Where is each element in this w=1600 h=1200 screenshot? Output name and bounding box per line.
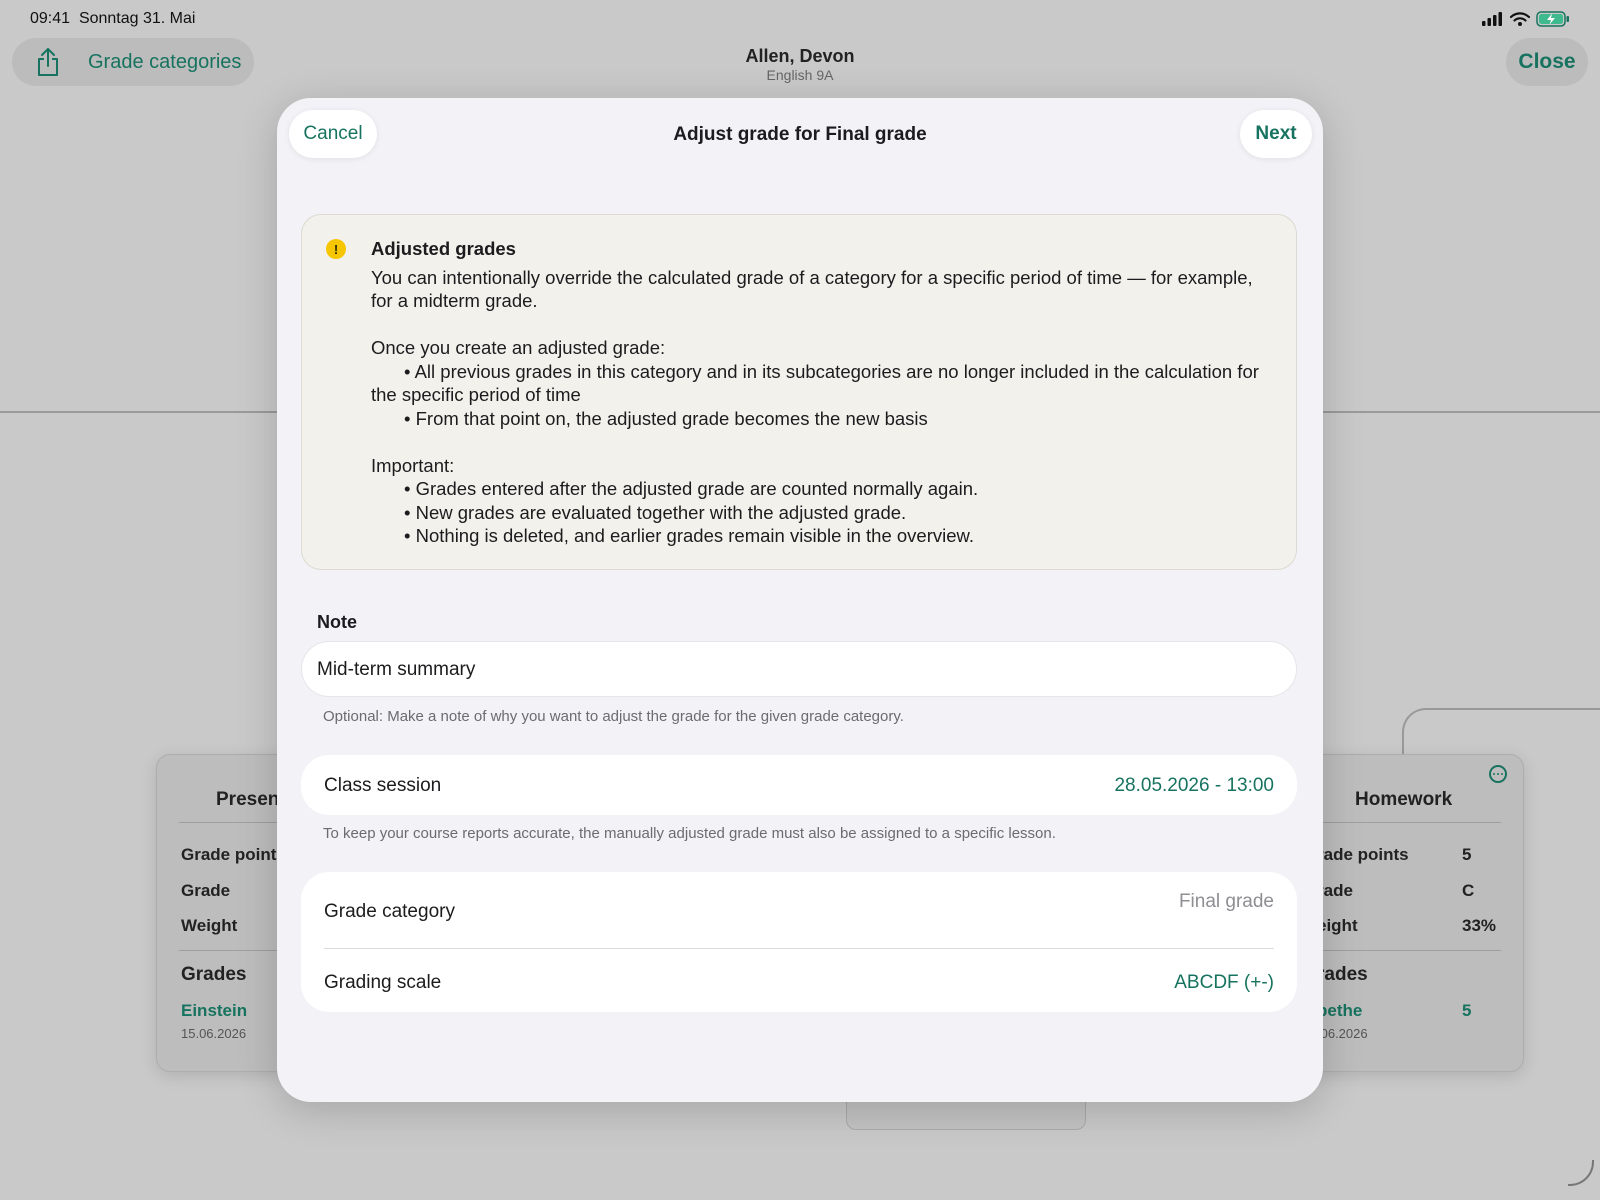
course-name: English 9A xyxy=(766,67,834,83)
card-grade-date: .06.2026 xyxy=(1317,1026,1368,1041)
info-intro: You can intentionally override the calcu… xyxy=(371,266,1253,312)
wifi-icon xyxy=(1510,12,1530,26)
card-grades-heading: Grades xyxy=(181,964,247,985)
info-title: Adjusted grades xyxy=(371,238,516,259)
class-session-hint: To keep your course reports accurate, th… xyxy=(323,825,1056,842)
note-field[interactable]: Mid-term summary xyxy=(301,641,1297,697)
grade-category-label: Grade category xyxy=(324,901,455,922)
card-title: Homework xyxy=(1355,789,1453,810)
background-divider-right xyxy=(1323,411,1600,413)
card-label: rade points xyxy=(1317,845,1409,864)
info-bullet: • All previous grades in this category a… xyxy=(371,360,1259,406)
battery-charging-icon xyxy=(1536,11,1569,27)
card-grade-date: 15.06.2026 xyxy=(181,1026,247,1041)
card-value: C xyxy=(1462,881,1475,900)
card-label: Weight xyxy=(181,916,238,935)
card-grades-heading: rades xyxy=(1317,964,1368,985)
row-divider xyxy=(324,948,1274,949)
info-important-heading: Important: xyxy=(371,454,455,476)
note-value: Mid-term summary xyxy=(317,659,476,680)
close-button[interactable]: Close xyxy=(1506,38,1588,86)
card-title: Presen xyxy=(216,789,280,810)
more-options-icon[interactable] xyxy=(1489,765,1507,783)
next-button[interactable]: Next xyxy=(1240,110,1312,158)
status-clock: 09:41 xyxy=(30,10,71,27)
info-bullet: • Grades entered after the adjusted grad… xyxy=(404,478,979,499)
grade-category-value: Final grade xyxy=(1178,891,1274,912)
grading-scale-label: Grading scale xyxy=(324,972,442,993)
note-hint: Optional: Make a note of why you want to… xyxy=(323,708,904,725)
class-session-row[interactable]: Class session 28.05.2026 - 13:00 xyxy=(301,755,1297,815)
class-session-label: Class session xyxy=(324,775,442,796)
status-date: Sonntag 31. Mai xyxy=(78,10,196,27)
status-time: 09:41 Sonntag 31. Mai xyxy=(30,10,195,28)
adjusted-grades-info: ! Adjusted grades You can intentionally … xyxy=(301,214,1297,570)
close-label: Close xyxy=(1518,50,1576,73)
card-label: Grade xyxy=(181,881,231,900)
background-divider-left xyxy=(0,411,277,413)
grade-settings-group: Grade category Final grade Grading scale… xyxy=(301,872,1297,1012)
card-label: eight xyxy=(1317,916,1358,935)
class-session-value[interactable]: 28.05.2026 - 13:00 xyxy=(1114,775,1274,797)
sheet-title: Adjust grade for Final grade xyxy=(673,124,927,145)
note-label: Note xyxy=(317,612,357,632)
info-once-heading: Once you create an adjusted grade: xyxy=(371,337,666,358)
status-bar: 09:41 Sonntag 31. Mai xyxy=(0,0,1600,36)
card-grade-value: 5 xyxy=(1462,1001,1472,1020)
card-grade-link[interactable]: pethe xyxy=(1317,1001,1362,1021)
info-content: Adjusted grades You can intentionally ov… xyxy=(371,237,1271,548)
card-value: 33% xyxy=(1462,916,1497,935)
info-bullet: • From that point on, the adjusted grade… xyxy=(404,407,928,429)
student-name: Allen, Devon xyxy=(745,46,855,66)
status-icons xyxy=(1482,11,1570,27)
info-bullet: • New grades are evaluated together with… xyxy=(404,501,907,523)
grading-scale-value[interactable]: ABCDF (+-) xyxy=(1174,972,1274,994)
resize-indicator xyxy=(1568,1160,1594,1186)
card-grade-link[interactable]: Einstein xyxy=(181,1001,247,1021)
card-label: Grade point xyxy=(181,845,277,864)
info-bullet: • Nothing is deleted, and earlier grades… xyxy=(404,525,975,546)
adjust-grade-sheet: Cancel Adjust grade for Final grade Next… xyxy=(277,98,1323,1102)
card-value: 5 xyxy=(1462,845,1472,864)
cellular-icon xyxy=(1482,12,1502,26)
warning-icon: ! xyxy=(326,239,346,259)
